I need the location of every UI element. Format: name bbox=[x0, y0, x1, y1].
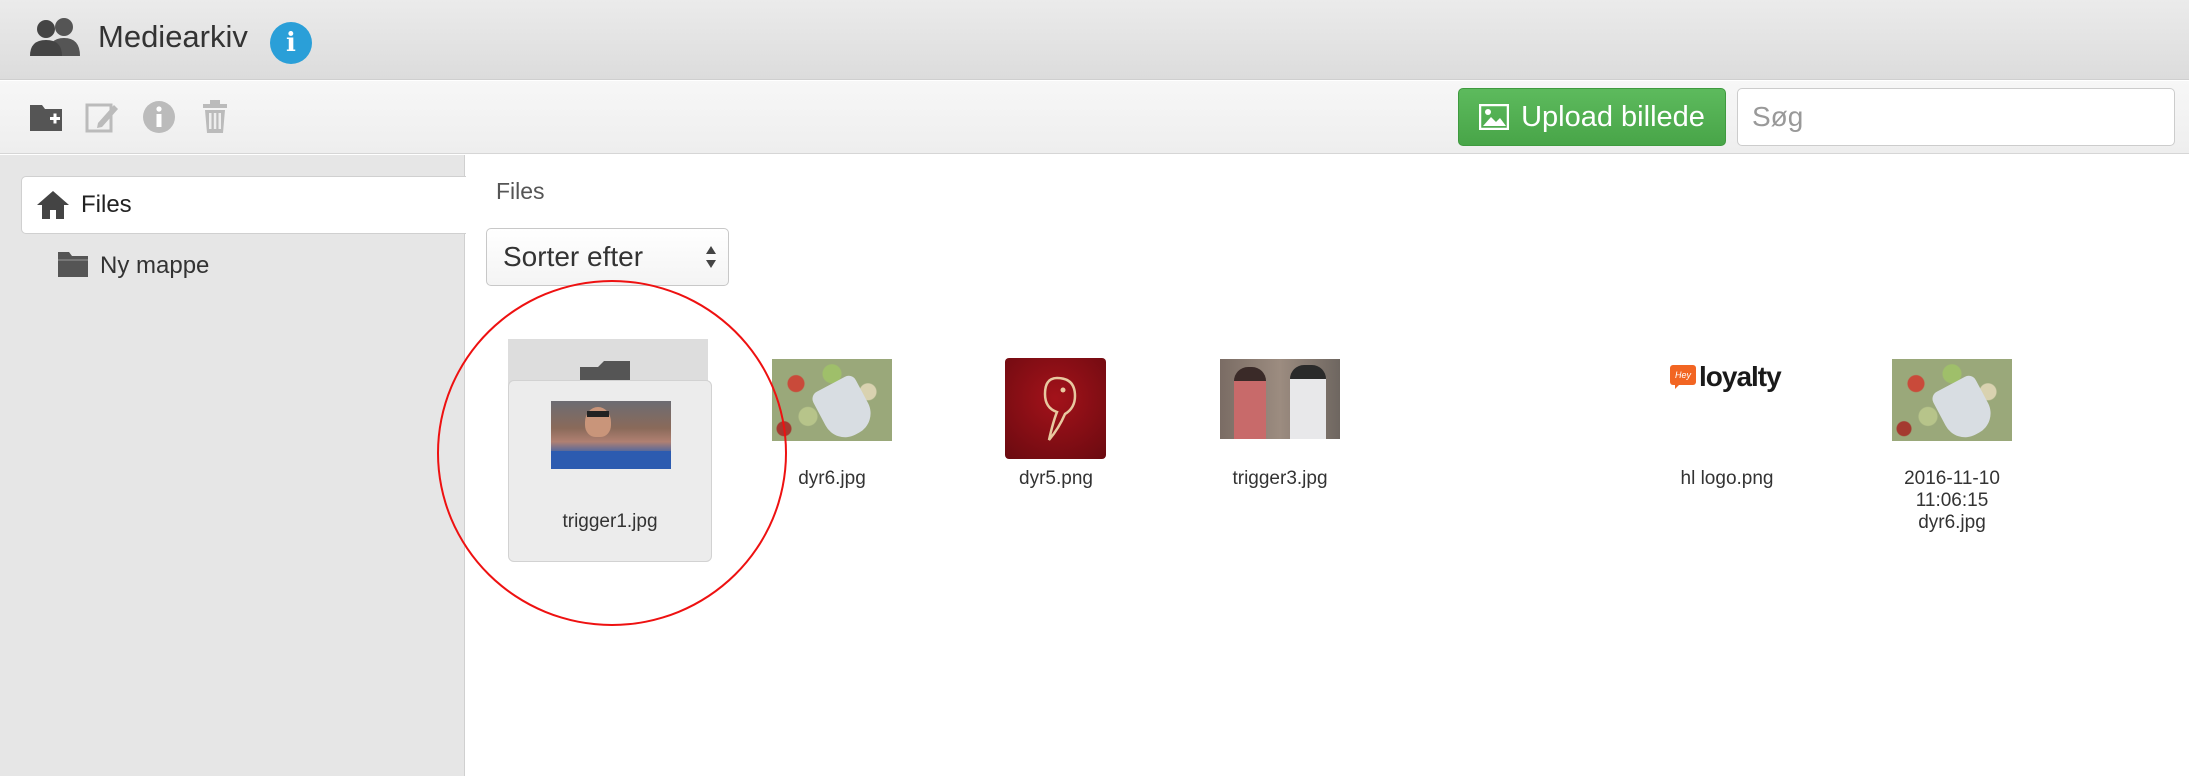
sort-select-value: Sorter efter bbox=[503, 241, 644, 272]
info-icon[interactable]: i bbox=[270, 22, 312, 64]
page-title: Mediearkiv bbox=[98, 19, 248, 54]
file-thumbnail bbox=[1892, 359, 2012, 441]
users-icon bbox=[30, 18, 80, 56]
sidebar-item-ny-mappe[interactable]: Ny mappe bbox=[57, 247, 417, 287]
file-name: dyr5.png bbox=[1019, 468, 1093, 489]
folder-icon bbox=[58, 252, 88, 277]
file-item-trigger3[interactable]: trigger3.jpg bbox=[1218, 357, 1342, 497]
file-thumbnail: Hey loyalty bbox=[1667, 359, 1787, 441]
upload-image-button[interactable]: Upload billede bbox=[1458, 88, 1726, 146]
title-bar: Mediearkiv i bbox=[0, 0, 2189, 80]
image-icon bbox=[1479, 104, 1510, 130]
toolbar: Upload billede bbox=[0, 81, 2189, 154]
sidebar-item-label: Ny mappe bbox=[100, 252, 210, 279]
file-name: hl logo.png bbox=[1680, 468, 1774, 489]
file-name: trigger3.jpg bbox=[1232, 468, 1328, 489]
file-name: 2016-11-10 11:06:15 dyr6.jpg bbox=[1904, 468, 2000, 533]
home-icon bbox=[37, 191, 69, 219]
upload-button-label: Upload billede bbox=[1521, 100, 1705, 133]
file-item-dyr5[interactable]: dyr5.png bbox=[994, 357, 1118, 497]
trash-icon[interactable] bbox=[197, 99, 233, 135]
sort-select[interactable]: Sorter efter bbox=[486, 228, 729, 286]
info-icon[interactable] bbox=[141, 99, 177, 135]
sidebar: Files Ny mappe bbox=[0, 155, 466, 776]
file-thumbnail bbox=[1220, 359, 1340, 439]
file-thumbnail bbox=[1005, 358, 1106, 459]
file-thumbnail bbox=[551, 401, 671, 469]
breadcrumb: Files bbox=[496, 178, 545, 204]
file-name: dyr6.jpg bbox=[798, 468, 866, 489]
edit-icon[interactable] bbox=[84, 99, 120, 135]
logo-text: loyalty bbox=[1699, 361, 1782, 392]
search-input[interactable] bbox=[1737, 88, 2175, 146]
file-name: trigger1.jpg bbox=[562, 511, 658, 532]
file-item-dyr6[interactable]: dyr6.jpg bbox=[770, 357, 894, 497]
file-item-dyr6-copy[interactable]: 2016-11-10 11:06:15 dyr6.jpg bbox=[1862, 357, 2042, 533]
file-item-trigger1[interactable]: trigger1.jpg bbox=[508, 380, 712, 562]
file-thumbnail bbox=[772, 359, 892, 441]
file-item-hl-logo[interactable]: Hey loyalty hl logo.png bbox=[1665, 357, 1789, 497]
sidebar-item-files[interactable]: Files bbox=[21, 176, 466, 234]
select-arrows-icon bbox=[706, 246, 716, 268]
new-folder-icon[interactable] bbox=[28, 99, 64, 135]
logo-badge: Hey bbox=[1670, 365, 1696, 385]
parrot-logo bbox=[1043, 376, 1077, 441]
sidebar-item-label: Files bbox=[81, 191, 132, 218]
